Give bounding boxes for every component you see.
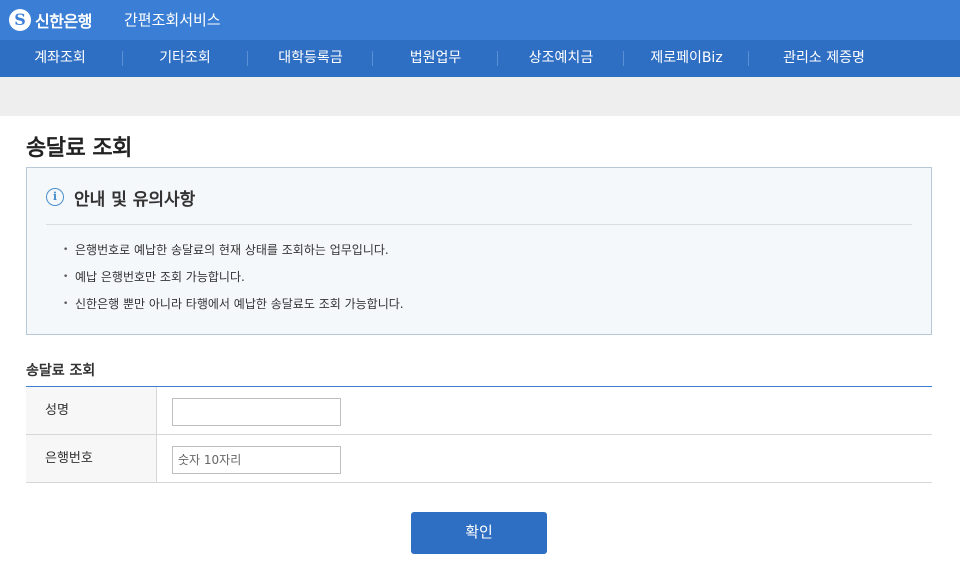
nav-divider <box>372 51 373 66</box>
nav-divider <box>748 51 749 66</box>
service-title: 간편조회서비스 <box>124 11 221 29</box>
bank-number-input[interactable] <box>172 446 341 474</box>
confirm-button[interactable]: 확인 <box>411 512 547 554</box>
nav-item-other-inquiry[interactable]: 기타조회 <box>124 40 246 77</box>
notice-list: 은행번호로 예납한 송달료의 현재 상태를 조회하는 업무입니다. 예납 은행번… <box>63 241 404 322</box>
nav-divider <box>122 51 123 66</box>
form-row-bank-number: 은행번호 <box>26 435 932 483</box>
top-header-bar: S 신한은행 간편조회서비스 <box>0 0 960 40</box>
notice-divider <box>46 224 912 225</box>
name-label: 성명 <box>26 387 157 434</box>
nav-item-funeral-deposit[interactable]: 상조예치금 <box>499 40 623 77</box>
nav-divider <box>623 51 624 66</box>
shinhan-logo-icon: S <box>9 9 31 31</box>
page-title: 송달료 조회 <box>26 136 132 161</box>
notice-box: i 안내 및 유의사항 은행번호로 예납한 송달료의 현재 상태를 조회하는 업… <box>26 167 932 335</box>
notice-item: 예납 은행번호만 조회 가능합니다. <box>63 268 404 295</box>
nav-item-zeropay-biz[interactable]: 제로페이Biz <box>625 40 748 77</box>
notice-item: 신한은행 뿐만 아니라 타행에서 예납한 송달료도 조회 가능합니다. <box>63 295 404 322</box>
nav-divider <box>497 51 498 66</box>
notice-title: 안내 및 유의사항 <box>74 190 196 210</box>
notice-item: 은행번호로 예납한 송달료의 현재 상태를 조회하는 업무입니다. <box>63 241 404 268</box>
bank-number-field-cell <box>157 435 932 482</box>
nav-divider <box>247 51 248 66</box>
sub-header-band <box>0 77 960 116</box>
inquiry-form: 성명 은행번호 <box>26 386 932 483</box>
nav-item-tuition[interactable]: 대학등록금 <box>249 40 372 77</box>
bank-number-label: 은행번호 <box>26 435 157 482</box>
nav-item-court-services[interactable]: 법원업무 <box>374 40 497 77</box>
form-section-title: 송달료 조회 <box>26 363 96 379</box>
name-field-cell <box>157 387 932 434</box>
info-icon: i <box>46 188 64 206</box>
shinhan-bank-logo[interactable]: S 신한은행 <box>9 8 92 32</box>
name-input[interactable] <box>172 398 341 426</box>
main-nav: 계좌조회 기타조회 대학등록금 법원업무 상조예치금 제로페이Biz 관리소 제… <box>0 40 960 77</box>
nav-item-management-certificate[interactable]: 관리소 제증명 <box>750 40 898 77</box>
bank-name: 신한은행 <box>35 12 92 31</box>
form-row-name: 성명 <box>26 387 932 435</box>
nav-item-account-inquiry[interactable]: 계좌조회 <box>0 40 120 77</box>
